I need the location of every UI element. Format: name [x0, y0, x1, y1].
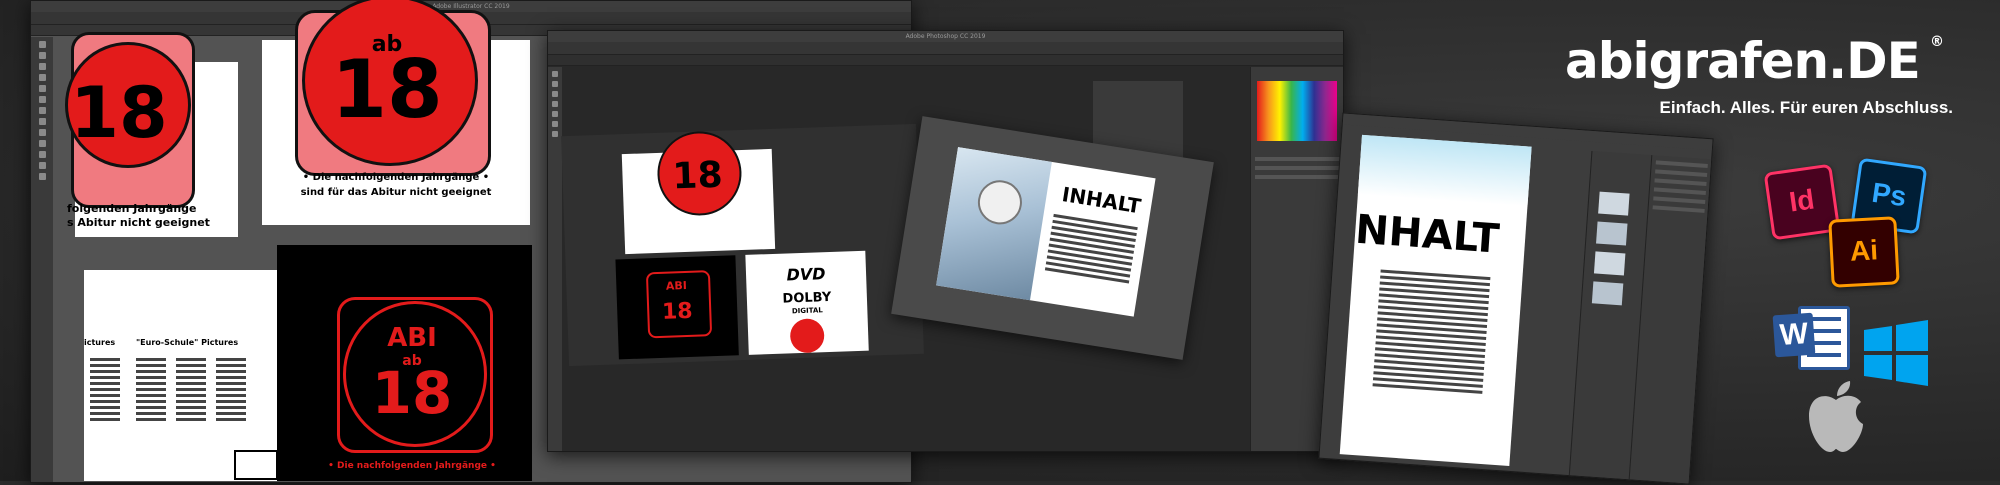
indesign-window: NHALT	[1318, 112, 1714, 485]
pink-notice-2: s Abitur nicht geeignet	[67, 216, 210, 229]
page-thumb-3[interactable]	[1593, 251, 1626, 276]
black-18-text: 18	[371, 359, 453, 427]
pen-tool-icon[interactable]	[38, 63, 46, 70]
word-icon: W	[1770, 300, 1850, 370]
red-notice-2: sind für das Abitur nicht geeignet	[300, 187, 492, 198]
pink-notice-1: folgenden Jahrgänge	[67, 202, 197, 215]
ps-collage-canvas: 18 ABI 18 DVD DOLBY DIGITAL	[561, 123, 924, 367]
marquee-tool-icon[interactable]	[552, 81, 558, 87]
pencil-tool-icon[interactable]	[38, 118, 46, 125]
eraser-tool-icon[interactable]	[552, 121, 558, 127]
eyedropper-tool-icon[interactable]	[38, 151, 46, 158]
windows-icon	[1864, 320, 1928, 386]
dvd-logo: DVD	[786, 264, 826, 285]
rotate-tool-icon[interactable]	[38, 129, 46, 136]
apple-icon	[1809, 381, 1863, 452]
illustrator-label: Ai	[1849, 234, 1879, 267]
ps-18: 18	[661, 298, 694, 325]
photoshop-options-bar	[548, 42, 1343, 55]
logo-wordmark: abigrafen.DE	[1565, 32, 1921, 90]
red-notice-1: • Die nachfolgenden Jahrgänge •	[302, 172, 490, 183]
text-tool-icon[interactable]	[552, 131, 558, 137]
ps-black-card: ABI 18	[615, 255, 739, 360]
ps-red-18: 18	[671, 154, 724, 198]
page-thumb-2[interactable]	[1596, 221, 1628, 246]
hand-tool-icon[interactable]	[38, 162, 46, 169]
inhalt-small-list	[1044, 211, 1138, 287]
direct-selection-tool-icon[interactable]	[38, 52, 46, 59]
registered-mark: ®	[1930, 34, 1944, 50]
credits-column-2	[136, 355, 166, 424]
line-tool-icon[interactable]	[38, 85, 46, 92]
move-tool-icon[interactable]	[552, 71, 558, 77]
swatch-grid	[1257, 81, 1337, 141]
brush-tool-icon[interactable]	[38, 107, 46, 114]
logo-tagline: Einfach. Alles. Für euren Abschluss.	[1659, 98, 1953, 117]
illustrator-toolbar	[31, 37, 53, 482]
photoshop-toolbar	[548, 67, 562, 451]
inhalt-large-list	[1372, 266, 1491, 396]
word-w-badge: W	[1772, 312, 1816, 358]
type-tool-icon[interactable]	[38, 74, 46, 81]
credits-column-1	[90, 355, 120, 424]
ps-abi: ABI	[665, 278, 688, 293]
illustrator-icon: Ai	[1828, 216, 1900, 288]
illustrator-title: Adobe Illustrator CC 2019	[432, 3, 510, 10]
red-18-text: 18	[331, 43, 443, 136]
brush-tool-icon[interactable]	[552, 111, 558, 117]
artboard-abi-black: ABI ab 18 • Die nachfolgenden Jahrgänge …	[277, 245, 532, 481]
rectangle-tool-icon[interactable]	[38, 96, 46, 103]
photoshop-title: Adobe Photoshop CC 2019	[905, 33, 986, 40]
page-thumb-1[interactable]	[1598, 191, 1630, 216]
black-red-notice: • Die nachfolgenden Jahrgänge •	[328, 461, 496, 471]
lasso-tool-icon[interactable]	[552, 91, 558, 97]
ps-mini-red-circle	[789, 318, 825, 354]
indesign-label: Id	[1787, 183, 1817, 218]
photoshop-titlebar: Adobe Photoshop CC 2019	[548, 31, 1343, 42]
abigrafen-logo: abigrafen.DE ® Einfach. Alles. Für euren…	[1565, 32, 1955, 132]
photoshop-label: Ps	[1870, 176, 1909, 213]
artboard-credits: ictures "Euro-Schule" Pictures	[84, 270, 284, 481]
artboard-18-pink: 18 folgenden Jahrgänge s Abitur nicht ge…	[65, 32, 238, 237]
crop-tool-icon[interactable]	[552, 101, 558, 107]
artboard-18-red: ab 18 • Die nachfolgenden Jahrgänge • si…	[262, 0, 530, 225]
black-abi-text: ABI	[387, 323, 437, 353]
pink-18-text: 18	[70, 72, 168, 154]
scale-tool-icon[interactable]	[38, 140, 46, 147]
page-thumb-4[interactable]	[1591, 281, 1624, 306]
zoom-tool-icon[interactable]	[38, 173, 46, 180]
selection-tool-icon[interactable]	[38, 41, 46, 48]
magazine-spread: INHALT	[936, 147, 1156, 317]
page-gradient	[1357, 134, 1532, 207]
pictures-label: ictures	[84, 338, 116, 347]
photoshop-doc-tabs	[548, 55, 1343, 66]
indesign-page: NHALT	[1339, 134, 1532, 466]
ps-red-card: 18	[621, 130, 776, 255]
barcode-badge	[234, 450, 278, 480]
credits-column-3	[176, 355, 206, 424]
ps-dvd-card: DVD DOLBY DIGITAL	[745, 250, 869, 355]
school-label: "Euro-Schule" Pictures	[136, 338, 239, 347]
credits-column-4	[216, 355, 246, 424]
inhalt-large: NHALT	[1353, 206, 1501, 263]
